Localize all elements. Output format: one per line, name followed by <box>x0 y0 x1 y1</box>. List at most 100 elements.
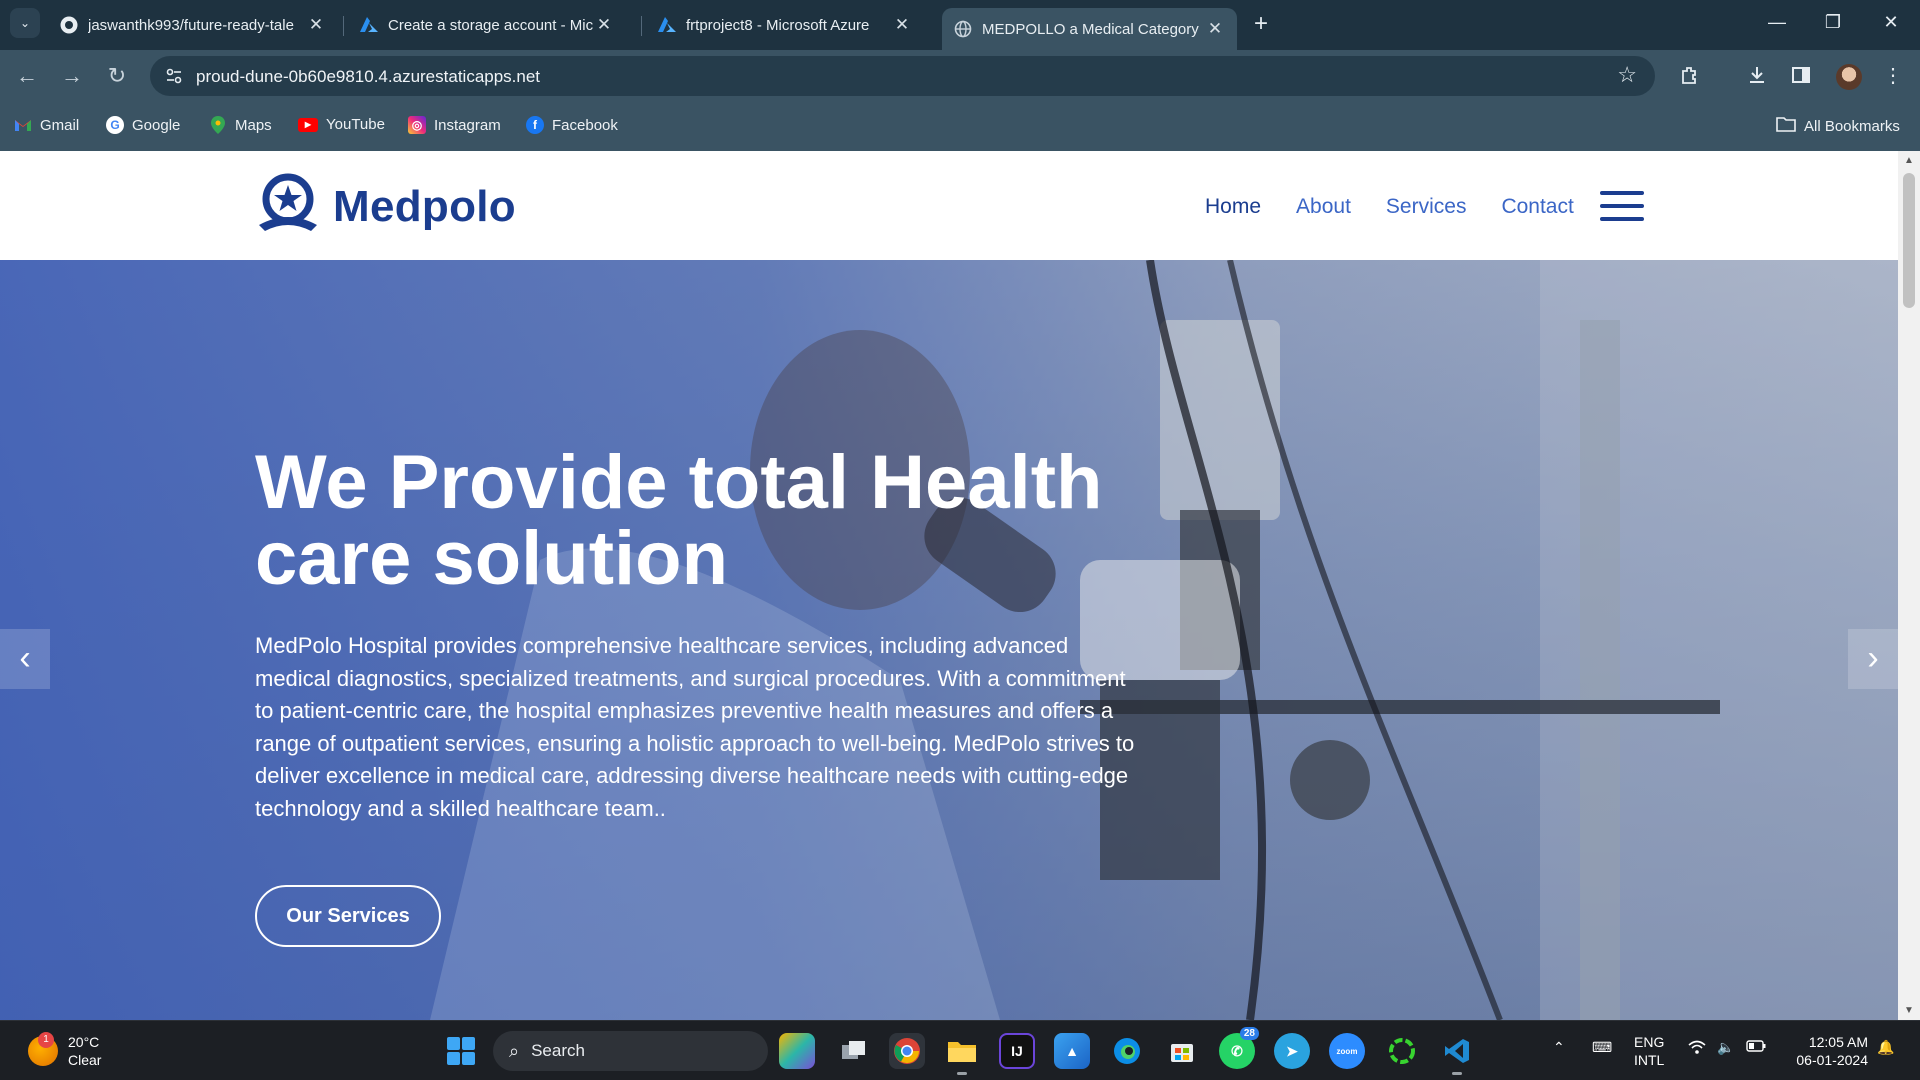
notification-bell-icon[interactable]: 🔔 <box>1877 1039 1894 1056</box>
facebook-icon: f <box>526 116 544 134</box>
tab-title: Create a storage account - Micr <box>388 16 594 34</box>
bookmark-star-icon[interactable]: ☆ <box>1617 62 1637 88</box>
battery-icon[interactable] <box>1746 1039 1766 1055</box>
bookmark-maps[interactable]: Maps <box>209 116 272 134</box>
show-hidden-icons-chevron-up-icon[interactable]: ⌃ <box>1553 1039 1565 1056</box>
bookmark-label: Google <box>132 116 181 134</box>
restore-icon[interactable]: ❐ <box>1818 12 1848 38</box>
scroll-up-arrow-icon[interactable]: ▲ <box>1898 155 1920 166</box>
system-clock[interactable]: 12:05 AM 06-01-2024 <box>1786 1033 1868 1069</box>
medpolo-logo-icon <box>255 173 321 240</box>
instagram-icon: ◎ <box>408 116 426 134</box>
tab-separator <box>641 16 642 36</box>
close-icon[interactable]: ✕ <box>1205 19 1225 39</box>
carousel-prev-chevron-left-icon[interactable]: ‹ <box>0 629 50 689</box>
clock-time: 12:05 AM <box>1808 1034 1868 1050</box>
task-view-icon[interactable] <box>836 1033 872 1069</box>
all-bookmarks-label: All Bookmarks <box>1804 117 1900 135</box>
all-bookmarks-button[interactable]: All Bookmarks <box>1776 116 1900 136</box>
bookmarks-bar: Gmail G Google Maps ▶ YouTube ◎ Instagra… <box>0 102 1920 151</box>
zoom-label: zoom <box>1336 1046 1358 1056</box>
weather-badge: 1 <box>38 1032 54 1048</box>
site-info-icon[interactable] <box>164 66 184 86</box>
language-indicator[interactable]: ENG INTL <box>1634 1033 1664 1069</box>
chrome-icon[interactable] <box>889 1033 925 1069</box>
wifi-icon[interactable] <box>1688 1039 1706 1058</box>
intellij-icon[interactable]: IJ <box>999 1033 1035 1069</box>
copilot-icon[interactable] <box>779 1033 815 1069</box>
spotify-like-ring-icon[interactable] <box>1384 1033 1420 1069</box>
windows-start-icon[interactable] <box>447 1037 475 1065</box>
bookmark-label: Instagram <box>434 116 501 134</box>
carousel-next-chevron-right-icon[interactable]: › <box>1848 629 1898 689</box>
tab-medpollo[interactable]: MEDPOLLO a Medical Category ✕ <box>942 8 1237 50</box>
azure-icon <box>658 16 676 34</box>
scroll-down-arrow-icon[interactable]: ▼ <box>1898 1005 1920 1016</box>
extensions-icon[interactable] <box>1677 64 1703 90</box>
more-menu-icon[interactable]: ⋮ <box>1880 64 1906 90</box>
main-nav: Home About Services Contact <box>1205 195 1609 219</box>
brand-name: Medpolo <box>333 181 516 231</box>
telegram-icon[interactable]: ➤ <box>1274 1033 1310 1069</box>
bookmark-google[interactable]: G Google <box>106 116 180 134</box>
azure-icon <box>360 16 378 34</box>
close-icon[interactable]: ✕ <box>892 15 912 35</box>
side-panel-icon[interactable] <box>1788 64 1814 90</box>
zoom-icon[interactable]: zoom <box>1329 1033 1365 1069</box>
our-services-button[interactable]: Our Services <box>255 885 441 947</box>
download-icon[interactable] <box>1744 64 1770 90</box>
vscode-icon[interactable] <box>1439 1033 1475 1075</box>
youtube-icon: ▶ <box>298 117 318 132</box>
tab-frtproject8[interactable]: frtproject8 - Microsoft Azure ✕ <box>646 8 924 42</box>
language-code: ENG <box>1634 1034 1665 1050</box>
profile-avatar[interactable] <box>1836 64 1862 90</box>
file-explorer-icon[interactable] <box>944 1033 980 1075</box>
weather-widget[interactable]: 1 20°C Clear <box>28 1032 102 1069</box>
forward-arrow-icon[interactable]: → <box>57 62 87 92</box>
new-tab-plus-icon[interactable]: + <box>1246 10 1276 40</box>
scrollbar-thumb[interactable] <box>1903 173 1915 308</box>
tab-storage-account[interactable]: Create a storage account - Micr ✕ <box>348 8 626 42</box>
back-arrow-icon[interactable]: ← <box>12 62 42 92</box>
tab-github[interactable]: jaswanthk993/future-ready-tale ✕ <box>48 8 338 42</box>
microsoft-store-icon[interactable] <box>1164 1033 1200 1069</box>
bookmark-gmail[interactable]: Gmail <box>14 116 79 134</box>
page-scrollbar[interactable]: ▲ ▼ <box>1898 151 1920 1020</box>
bookmark-instagram[interactable]: ◎ Instagram <box>408 116 501 134</box>
reload-icon[interactable]: ↻ <box>102 62 132 92</box>
close-icon[interactable]: ✕ <box>306 15 326 35</box>
edge-icon[interactable] <box>1109 1033 1145 1069</box>
volume-icon[interactable]: 🔈 <box>1717 1039 1734 1056</box>
bookmark-youtube[interactable]: ▶ YouTube <box>298 116 385 133</box>
whatsapp-icon[interactable]: ✆ 28 <box>1219 1027 1259 1069</box>
clock-date: 06-01-2024 <box>1796 1052 1868 1068</box>
keyboard-icon[interactable]: ⌨ <box>1592 1039 1612 1056</box>
bookmark-label: Gmail <box>40 116 80 134</box>
tab-search-button[interactable]: ⌄ <box>10 8 40 38</box>
folder-icon <box>1776 116 1796 136</box>
minimize-icon[interactable]: — <box>1762 12 1792 38</box>
browser-toolbar: ← → ↻ proud-dune-0b60e9810.4.azurestatic… <box>0 50 1920 102</box>
bookmark-label: Facebook <box>552 116 618 134</box>
hamburger-menu-icon[interactable] <box>1600 191 1644 221</box>
address-bar[interactable]: proud-dune-0b60e9810.4.azurestaticapps.n… <box>150 56 1655 96</box>
tab-title: frtproject8 - Microsoft Azure <box>686 16 870 34</box>
site-header: Medpolo Home About Services Contact <box>0 151 1898 260</box>
site-logo[interactable]: Medpolo <box>255 173 516 240</box>
nav-home[interactable]: Home <box>1205 195 1261 219</box>
taskbar-search-box[interactable]: ⌕ Search <box>493 1031 768 1071</box>
weather-condition: Clear <box>68 1052 102 1068</box>
bookmark-label: Maps <box>235 116 272 134</box>
keyboard-layout: INTL <box>1634 1052 1665 1068</box>
close-window-icon[interactable]: ✕ <box>1876 12 1906 38</box>
nav-contact[interactable]: Contact <box>1501 195 1573 219</box>
hero-title: We Provide total Health care solution <box>255 440 1103 601</box>
close-icon[interactable]: ✕ <box>594 15 614 35</box>
whatsapp-unread-badge: 28 <box>1239 1027 1259 1040</box>
nav-about[interactable]: About <box>1296 195 1351 219</box>
weather-temp: 20°C <box>68 1034 100 1050</box>
bookmark-facebook[interactable]: f Facebook <box>526 116 618 134</box>
nav-services[interactable]: Services <box>1386 195 1467 219</box>
hero-carousel: We Provide total Health care solution Me… <box>0 260 1898 1020</box>
photos-icon[interactable]: ▲ <box>1054 1033 1090 1069</box>
